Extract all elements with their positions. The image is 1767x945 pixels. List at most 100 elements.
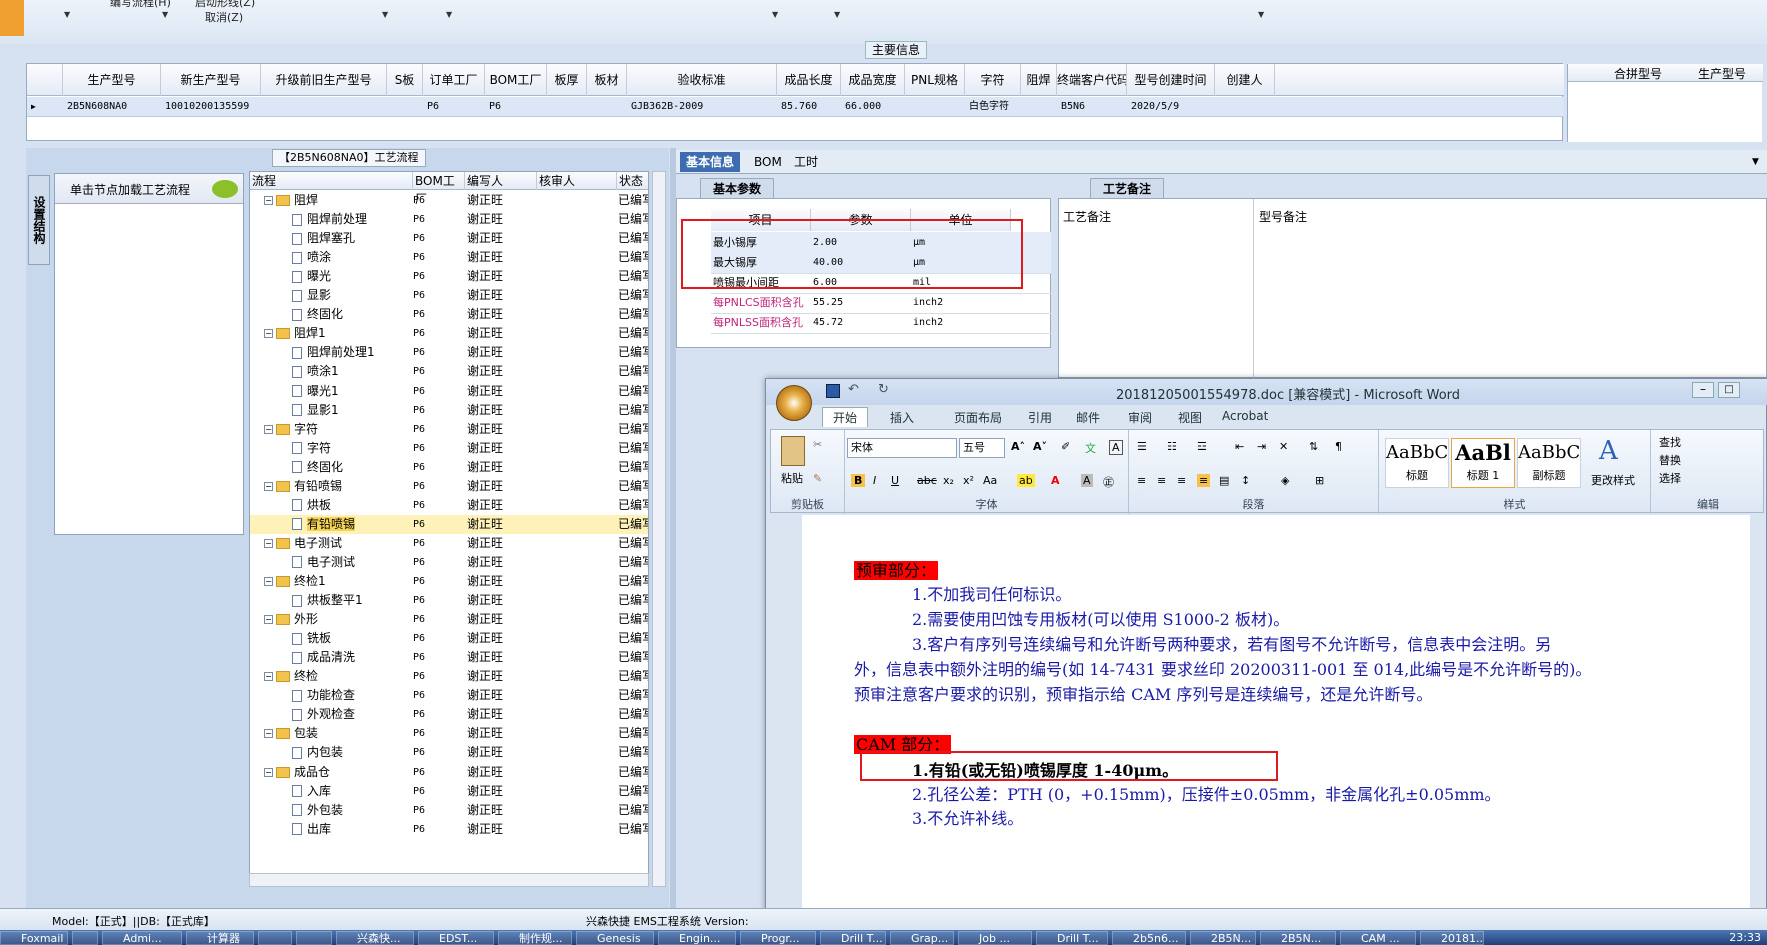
multilevel-icon[interactable]: ☲ <box>1197 440 1207 453</box>
taskbar-item[interactable]: 兴森快... <box>336 931 414 945</box>
column-header[interactable]: 升级前旧生产型号 <box>261 64 387 96</box>
line-spacing-icon[interactable]: ↕ <box>1241 474 1250 487</box>
strike-icon[interactable]: abc <box>917 474 937 487</box>
tree-node[interactable]: − 包装 <box>264 724 318 743</box>
tree-row[interactable]: − 外形 P6 谢正旺 已编写 <box>250 610 648 629</box>
column-header[interactable]: 型号创建时间 <box>1127 64 1215 96</box>
show-marks-icon[interactable]: ¶ <box>1335 440 1342 453</box>
tree-node[interactable]: 烘板 <box>292 496 331 515</box>
tree-row[interactable]: − 终检 P6 谢正旺 已编写 <box>250 667 648 686</box>
tree-row[interactable]: 曝光 P6 谢正旺 已编写 <box>250 267 648 286</box>
word-window[interactable]: 20181205001554978.doc [兼容模式] - Microsoft… <box>765 378 1767 931</box>
tree-row[interactable]: 入库 P6 谢正旺 已编写 <box>250 782 648 801</box>
tab-hours[interactable]: 工时 <box>788 152 824 172</box>
tree-row[interactable]: 曝光1 P6 谢正旺 已编写 <box>250 382 648 401</box>
tab-basic-params[interactable]: 基本参数 <box>700 178 775 198</box>
word-tab[interactable]: 引用 <box>1028 409 1052 426</box>
tree-node[interactable]: 烘板整平1 <box>292 591 363 610</box>
clear-format-icon[interactable]: ✐ <box>1061 440 1070 453</box>
font-name-select[interactable]: 宋体 <box>847 438 957 458</box>
tree-node[interactable]: 铣板 <box>292 629 331 648</box>
table-cell[interactable]: 10010200135599 <box>161 97 261 117</box>
word-tab[interactable]: 邮件 <box>1076 409 1100 426</box>
tree-node[interactable]: 终固化 <box>292 458 343 477</box>
toolbar-cancel[interactable]: 取消(Z) <box>205 9 243 25</box>
table-cell[interactable] <box>905 97 965 117</box>
column-header[interactable]: 创建人 <box>1215 64 1275 96</box>
column-header[interactable]: S板 <box>387 64 423 96</box>
table-cell[interactable]: 白色字符 <box>965 97 1021 117</box>
tree-node[interactable]: 阻焊塞孔 <box>292 229 355 248</box>
collapse-icon[interactable]: − <box>264 672 273 682</box>
word-tab[interactable]: 开始 <box>822 407 869 427</box>
table-cell[interactable]: P6 <box>485 97 547 117</box>
distribute-icon[interactable]: ▤ <box>1219 474 1229 487</box>
table-cell[interactable]: 2B5N608NA0 <box>63 97 161 117</box>
tree-row[interactable]: 阻焊塞孔 P6 谢正旺 已编写 <box>250 229 648 248</box>
column-header[interactable]: BOM工厂 <box>485 64 547 96</box>
tree-row[interactable]: 阻焊前处理 P6 谢正旺 已编写 <box>250 210 648 229</box>
taskbar-item[interactable]: Progr... <box>740 931 816 945</box>
tree-node[interactable]: 阻焊前处理 <box>292 210 367 229</box>
maximize-button[interactable]: □ <box>1718 382 1740 398</box>
align-right-icon[interactable]: ≡ <box>1177 474 1186 487</box>
tree-node[interactable]: 显影 <box>292 286 331 305</box>
tree-node[interactable]: 曝光 <box>292 267 331 286</box>
notes-grid[interactable]: 工艺备注 型号备注 <box>1058 198 1767 379</box>
table-cell[interactable]: GJB362B-2009 <box>627 97 777 117</box>
taskbar-item[interactable]: Job ... <box>958 931 1032 945</box>
tree-row[interactable]: 电子测试 P6 谢正旺 已编写 <box>250 553 648 572</box>
taskbar-item[interactable]: Genesis <box>576 931 654 945</box>
chevron-down-icon[interactable]: ▼ <box>772 10 778 19</box>
taskbar-item[interactable]: 2B5N... <box>1190 931 1256 945</box>
chevron-down-icon[interactable]: ▼ <box>162 10 168 19</box>
paste-button[interactable]: 粘贴 <box>781 470 803 486</box>
tree-node[interactable]: − 有铅喷锡 <box>264 477 342 496</box>
column-header[interactable]: 成品宽度 <box>841 64 905 96</box>
word-tab[interactable]: 视图 <box>1178 409 1202 426</box>
param-row[interactable]: 每PNLCS面积含孔 55.25 inch2 <box>711 292 1051 314</box>
tree-row[interactable]: − 阻焊1 P6 谢正旺 已编写 <box>250 324 648 343</box>
taskbar-item[interactable]: Grap... <box>890 931 954 945</box>
tree-row[interactable]: 烘板整平1 P6 谢正旺 已编写 <box>250 591 648 610</box>
column-header[interactable]: 板厚 <box>547 64 587 96</box>
tree-row[interactable]: 烘板 P6 谢正旺 已编写 <box>250 496 648 515</box>
chat-bubble-icon[interactable] <box>212 180 238 198</box>
decrease-indent-icon[interactable]: ⇤ <box>1235 440 1244 453</box>
tree-node[interactable]: 终固化 <box>292 305 343 324</box>
select-button[interactable]: 选择 <box>1659 470 1681 486</box>
column-header[interactable]: 订单工厂 <box>423 64 485 96</box>
document-page[interactable]: 预审部分： 1.不加我司任何标识。 2.需要使用凹蚀专用板材(可以使用 S100… <box>802 515 1750 931</box>
tree-node[interactable]: − 终检1 <box>264 572 326 591</box>
tree-row[interactable]: 成品清洗 P6 谢正旺 已编写 <box>250 648 648 667</box>
redo-icon[interactable]: ↻ <box>878 382 889 397</box>
tab-basic-info[interactable]: 基本信息 <box>680 152 741 172</box>
collapse-icon[interactable]: − <box>264 481 273 491</box>
taskbar-item[interactable]: Drill T... <box>1036 931 1108 945</box>
word-tab[interactable]: Acrobat <box>1222 409 1268 423</box>
tree-row[interactable]: − 有铅喷锡 P6 谢正旺 已编写 <box>250 477 648 496</box>
tree-node[interactable]: − 终检 <box>264 667 318 686</box>
chinese-layout-icon[interactable]: ✕ <box>1279 440 1288 453</box>
taskbar-item[interactable]: 2B5N... <box>1260 931 1336 945</box>
tree-row[interactable]: 显影1 P6 谢正旺 已编写 <box>250 401 648 420</box>
table-cell[interactable]: B5N6 <box>1057 97 1127 117</box>
tree-node[interactable]: 喷涂1 <box>292 362 339 381</box>
word-tab[interactable]: 插入 <box>890 409 914 426</box>
taskbar-item[interactable]: 20181... <box>1420 931 1484 945</box>
phonetic-icon[interactable]: 文 <box>1085 440 1096 456</box>
main-info-grid[interactable]: 生产型号 新生产型号 升级前旧生产型号 S板 订单工厂 BOM工厂 板厚 板材 验收标准 成品长度… <box>26 63 1763 142</box>
enclose-char-icon[interactable]: ㊣ <box>1103 474 1114 490</box>
taskbar-item[interactable]: Foxmail <box>0 931 68 945</box>
column-header[interactable]: 成品长度 <box>777 64 841 96</box>
increase-indent-icon[interactable]: ⇥ <box>1257 440 1266 453</box>
collapse-icon[interactable]: − <box>264 729 273 739</box>
find-button[interactable]: 查找 <box>1659 434 1681 450</box>
chevron-down-icon[interactable]: ▼ <box>64 10 70 19</box>
taskbar-item[interactable]: EDST... <box>418 931 494 945</box>
tree-node[interactable]: 成品清洗 <box>292 648 355 667</box>
tree-row[interactable]: 外包装 P6 谢正旺 已编写 <box>250 801 648 820</box>
word-tab[interactable]: 审阅 <box>1128 409 1152 426</box>
tree-row[interactable]: 终固化 P6 谢正旺 已编写 <box>250 458 648 477</box>
align-center-icon[interactable]: ≡ <box>1157 474 1166 487</box>
